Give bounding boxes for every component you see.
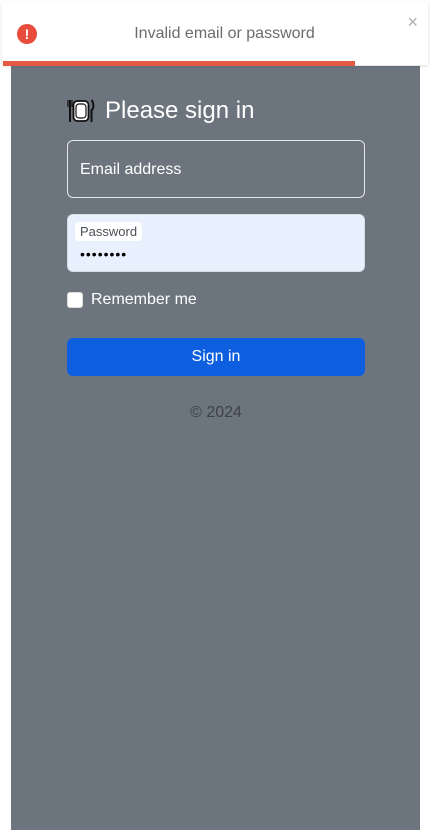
toast-message: Invalid email or password (134, 25, 315, 42)
copyright-text: © 2024 (190, 404, 242, 421)
remember-me-label[interactable]: Remember me (91, 291, 197, 309)
close-icon[interactable]: × (407, 13, 418, 31)
remember-me: Remember me (67, 291, 197, 309)
form-heading: Please sign in (67, 95, 254, 127)
error-toast: ! Invalid email or password × (2, 2, 428, 66)
toast-progress-bar (3, 61, 355, 66)
exclamation-icon: ! (17, 24, 37, 44)
email-field[interactable]: Email address (67, 140, 365, 198)
password-value: •••••••• (80, 246, 128, 262)
sign-in-button[interactable]: Sign in (67, 338, 365, 376)
remember-me-checkbox[interactable] (67, 292, 83, 308)
page: ! Invalid email or password × Please sig… (0, 0, 430, 830)
page-title: Please sign in (105, 97, 255, 124)
email-placeholder: Email address (80, 161, 182, 178)
plate-cutlery-icon (67, 97, 95, 125)
password-label: Password (75, 222, 143, 241)
password-field[interactable]: Password •••••••• (67, 214, 365, 272)
